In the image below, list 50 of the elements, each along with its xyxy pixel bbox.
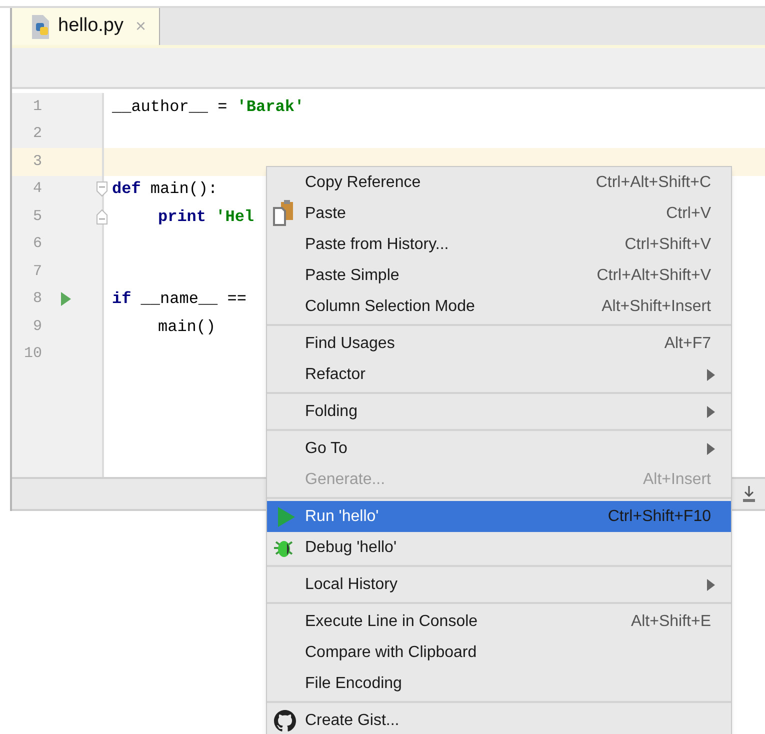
fold-icon[interactable] <box>96 181 108 198</box>
menu-item[interactable]: File Encoding <box>267 668 731 699</box>
line-number: 6 <box>32 234 42 254</box>
line-number: 7 <box>32 262 42 282</box>
shortcut-label: Ctrl+Shift+F10 <box>608 506 711 526</box>
code-line: def main(): <box>112 179 218 200</box>
fold-icon[interactable] <box>96 208 108 225</box>
shortcut-label: Ctrl+Alt+Shift+V <box>596 266 711 286</box>
line-number: 9 <box>32 316 42 336</box>
menu-item[interactable]: Column Selection Mode Alt+Shift+Insert <box>267 291 731 322</box>
shortcut-label: Ctrl+Alt+Shift+C <box>596 172 711 192</box>
menu-item[interactable]: Create Gist... <box>267 705 731 734</box>
code-line: print 'Hel <box>158 206 254 228</box>
shortcut-label: Alt+Shift+E <box>630 612 711 632</box>
menu-item[interactable]: Compare with Clipboard <box>267 637 731 668</box>
menu-item[interactable]: Go To <box>267 433 731 464</box>
line-number: 10 <box>22 344 42 364</box>
menu-item[interactable]: Paste Simple Ctrl+Alt+Shift+V <box>267 260 731 291</box>
play-icon[interactable] <box>60 291 72 308</box>
menu-item[interactable]: Find Usages Alt+F7 <box>267 328 731 359</box>
menu-item[interactable]: Run 'hello' Ctrl+Shift+F10 <box>267 501 731 532</box>
menu-item[interactable]: Local History <box>267 569 731 600</box>
line-number: 5 <box>32 206 42 226</box>
line-number: 4 <box>32 179 42 199</box>
menu-item[interactable]: Debug 'hello' <box>267 532 731 563</box>
file-tab[interactable]: hello.py × <box>12 8 160 45</box>
shortcut-label: Alt+Insert <box>642 470 711 490</box>
menu-item[interactable]: Paste from History... Ctrl+Shift+V <box>267 229 731 260</box>
menu-item[interactable]: Copy Reference Ctrl+Alt+Shift+C <box>267 167 731 198</box>
line-number: 8 <box>32 289 42 309</box>
line-number: 1 <box>32 96 42 116</box>
shortcut-label: Alt+F7 <box>664 334 711 354</box>
menu-item[interactable]: Refactor <box>267 359 731 390</box>
menu-item[interactable]: Paste Ctrl+V <box>267 198 731 229</box>
code-line: __author__ = 'Barak' <box>112 96 304 118</box>
code-line: if __name__ == <box>112 289 246 310</box>
clipboard-icon <box>273 200 295 226</box>
download-icon[interactable] <box>742 485 756 503</box>
code-line: main() <box>158 316 216 338</box>
tab-label: hello.py <box>58 14 124 38</box>
line-number: 2 <box>32 124 42 144</box>
play-icon <box>276 506 296 528</box>
menu-item[interactable]: Folding <box>267 396 731 427</box>
python-file-icon <box>30 14 52 40</box>
shortcut-label: Ctrl+V <box>666 204 711 224</box>
shortcut-label: Ctrl+Shift+V <box>624 234 711 254</box>
octocat-icon <box>274 710 296 732</box>
shortcut-label: Alt+Shift+Insert <box>602 296 711 316</box>
line-number: 3 <box>32 152 42 172</box>
menu-item[interactable]: Execute Line in Console Alt+Shift+E <box>267 606 731 637</box>
